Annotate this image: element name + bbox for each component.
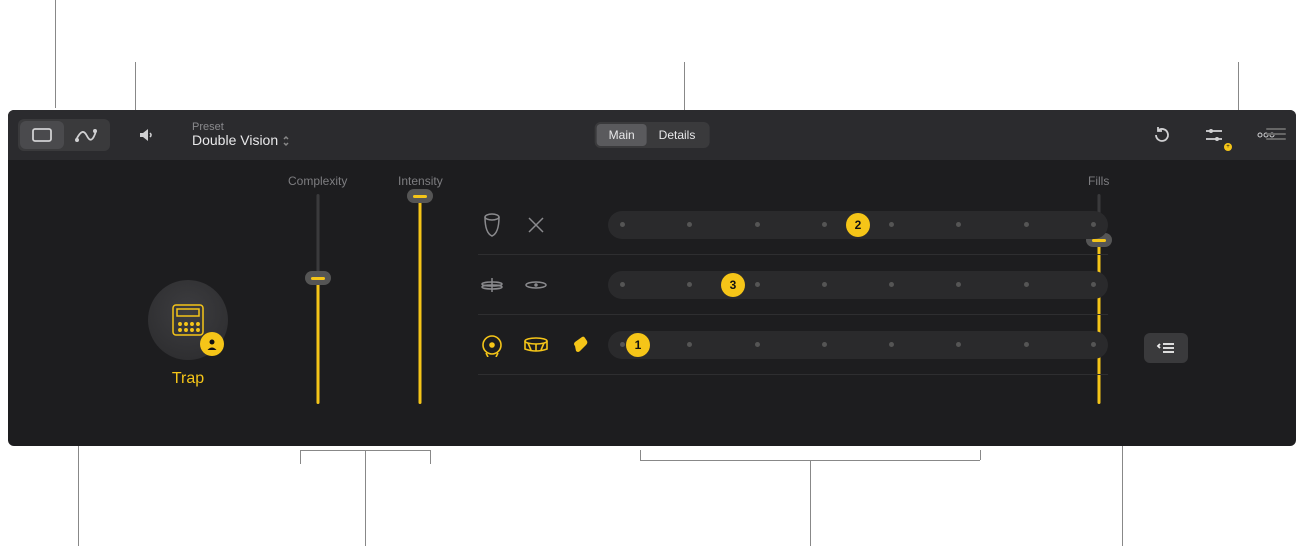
view-mode-segment	[18, 119, 110, 151]
drag-handle-icon[interactable]	[1266, 128, 1286, 140]
sticks-icon[interactable]	[522, 211, 550, 239]
style-name: Trap	[148, 370, 228, 388]
view-pad-button[interactable]	[20, 121, 64, 149]
pattern-list-button[interactable]	[1144, 333, 1188, 363]
drummer-editor-panel: Preset Double Vision Main Details +	[8, 110, 1296, 446]
preset-selector[interactable]: Preset Double Vision	[192, 121, 290, 148]
pattern-marker[interactable]: 2	[846, 213, 870, 237]
volume-button[interactable]	[126, 119, 166, 151]
main-area: Trap Complexity Intensity Fills	[8, 160, 1296, 446]
style-icon	[148, 280, 228, 360]
toolbar: Preset Double Vision Main Details +	[8, 110, 1296, 160]
pattern-track[interactable]: 2	[608, 211, 1108, 239]
pattern-track[interactable]: 3	[608, 271, 1108, 299]
callout-line	[55, 0, 56, 108]
pattern-row-hihat: 3	[478, 255, 1108, 315]
main-details-tabs: Main Details	[595, 122, 710, 148]
refresh-button[interactable]	[1142, 119, 1182, 151]
tab-details[interactable]: Details	[647, 124, 708, 146]
tab-main[interactable]: Main	[597, 124, 647, 146]
callout-line	[365, 450, 366, 546]
intensity-slider[interactable]	[415, 194, 425, 404]
user-badge-icon	[200, 332, 224, 356]
pattern-track[interactable]: 1	[608, 331, 1108, 359]
updown-chevron-icon	[282, 135, 290, 147]
callout-line	[980, 450, 981, 460]
callout-line	[300, 450, 301, 464]
callout-line	[430, 450, 431, 464]
complexity-slider-group: Complexity	[288, 174, 347, 404]
cymbal-icon[interactable]	[522, 271, 550, 299]
callout-line	[640, 450, 641, 460]
pattern-row-percussion: 2	[478, 195, 1108, 255]
kick-icon[interactable]	[478, 331, 506, 359]
pattern-rows: 2 3	[478, 195, 1108, 375]
drum-machine-icon	[168, 300, 208, 340]
toolbar-right: +	[1142, 119, 1286, 151]
view-curve-button[interactable]	[64, 121, 108, 149]
pattern-marker[interactable]: 3	[721, 273, 745, 297]
pattern-row-kicksnare: 1	[478, 315, 1108, 375]
callout-line	[810, 460, 811, 546]
pattern-marker[interactable]: 1	[626, 333, 650, 357]
complexity-label: Complexity	[288, 174, 347, 188]
intensity-label: Intensity	[398, 174, 443, 188]
callout-line	[1122, 430, 1123, 546]
style-selector[interactable]: Trap	[148, 280, 228, 388]
conga-icon[interactable]	[478, 211, 506, 239]
settings-sliders-button[interactable]: +	[1194, 119, 1234, 151]
hihat-icon[interactable]	[478, 271, 506, 299]
complexity-slider[interactable]	[313, 194, 323, 404]
snare-icon[interactable]	[522, 331, 550, 359]
clap-icon[interactable]	[566, 331, 594, 359]
preset-name-text: Double Vision	[192, 133, 278, 148]
fills-label: Fills	[1088, 174, 1109, 188]
preset-name: Double Vision	[192, 133, 290, 148]
intensity-slider-group: Intensity	[398, 174, 443, 404]
